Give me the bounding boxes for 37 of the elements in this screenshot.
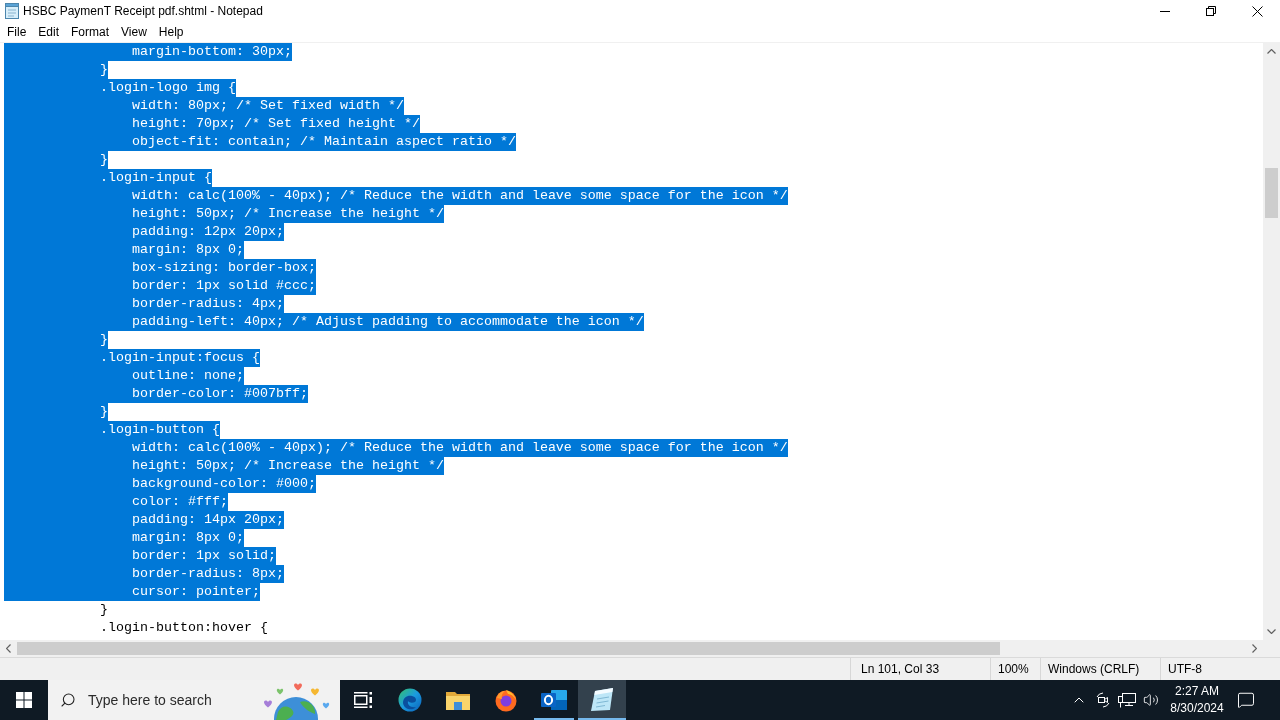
- menu-item[interactable]: Format: [65, 22, 116, 42]
- clock-button[interactable]: 2:27 AM 8/30/2024: [1163, 680, 1231, 720]
- scrollbar-thumb[interactable]: [1265, 168, 1278, 218]
- notepad-icon: [5, 3, 19, 19]
- status-item: Ln 101, Col 33: [861, 661, 940, 678]
- notepad-icon: [589, 688, 615, 712]
- taskbar-app-button[interactable]: [578, 680, 626, 720]
- status-item: UTF-8: [1168, 661, 1202, 678]
- notification-icon: [1237, 691, 1255, 709]
- menu-item[interactable]: Help: [152, 22, 190, 42]
- volume-icon: [1143, 692, 1159, 708]
- menu-item[interactable]: Edit: [32, 22, 66, 42]
- scroll-up-icon[interactable]: [1267, 49, 1276, 54]
- window-title: HSBC PaymenT Receipt pdf.shtml - Notepad: [23, 3, 263, 20]
- task-view-icon: [354, 692, 372, 708]
- status-item: Windows (CRLF): [1048, 661, 1140, 678]
- minimize-icon: [1160, 10, 1170, 12]
- search-icon: [60, 692, 76, 708]
- scroll-down-icon[interactable]: [1267, 629, 1276, 634]
- swirl-globe-icon: [398, 688, 422, 712]
- scrollbar-thumb[interactable]: [17, 642, 1000, 655]
- mail-icon: [541, 689, 567, 711]
- video-camera-icon: [1096, 692, 1110, 708]
- restore-icon: [1206, 6, 1216, 16]
- flame-globe-icon: [494, 688, 518, 712]
- close-icon: [1251, 5, 1263, 17]
- network-icon: [1118, 692, 1136, 708]
- folder-icon: [446, 690, 470, 710]
- search-field[interactable]: Type here to search: [48, 680, 340, 720]
- code-line: .login-button:hover {: [100, 619, 268, 637]
- menu-item[interactable]: View: [115, 22, 153, 42]
- menu-item[interactable]: File: [1, 22, 33, 42]
- scroll-right-icon[interactable]: [1252, 644, 1257, 653]
- windows-logo-icon: [16, 692, 32, 708]
- status-item: 100%: [998, 661, 1029, 678]
- scroll-left-icon[interactable]: [6, 644, 11, 653]
- code-line: }: [100, 601, 108, 619]
